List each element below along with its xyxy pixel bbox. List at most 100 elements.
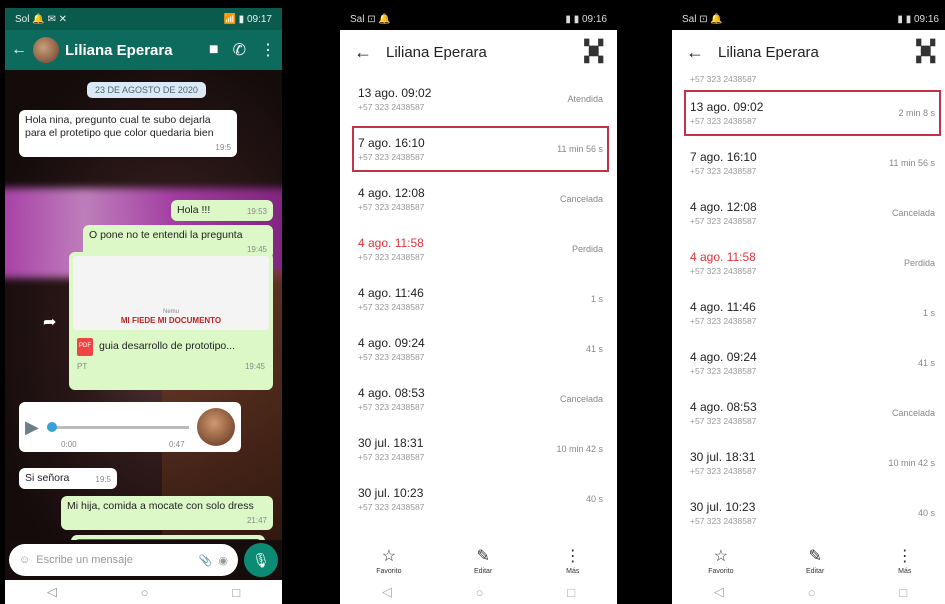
call-number: +57 323 2438587: [358, 402, 425, 412]
status-left: Sal ⊡ 🔔: [682, 13, 723, 25]
call-row[interactable]: 7 ago. 16:10 +57 323 2438587 11 min 56 s: [340, 124, 617, 174]
back-arrow-icon[interactable]: ←: [11, 41, 27, 59]
contact-name: Liliana Eperara: [718, 43, 819, 61]
call-info: 30 jul. 18:31 +57 323 2438587: [358, 436, 424, 462]
emoji-icon[interactable]: ☺: [19, 554, 30, 566]
more-button[interactable]: ⋮ Más: [565, 546, 581, 575]
message-text: Hola !!!: [177, 204, 211, 216]
qr-code-icon[interactable]: ▚▞ ▞▚: [917, 40, 935, 62]
call-row[interactable]: 13 ago. 09:02 +57 323 2438587 2 min 8 s: [672, 88, 945, 138]
call-row[interactable]: 4 ago. 09:24 +57 323 2438587 41 s: [672, 338, 945, 388]
attach-icon[interactable]: 📎: [199, 554, 213, 567]
call-datetime: 4 ago. 09:24: [358, 336, 425, 350]
message-incoming[interactable]: Hola nina, pregunto cual te subo dejarla…: [19, 110, 237, 158]
status-bar: Sol 🔔 ✉ ✕ 📶 ▮ 09:17: [5, 8, 282, 30]
nav-back-icon[interactable]: ◁: [382, 584, 392, 600]
call-datetime: 30 jul. 10:23: [690, 500, 756, 514]
message-incoming[interactable]: Si señora 19:5: [19, 468, 117, 490]
call-number: +57 323 2438587: [358, 502, 425, 512]
message-input[interactable]: ☺ Escribe un mensaje 📎 ◉: [9, 544, 238, 576]
call-row[interactable]: 30 jul. 10:23 +57 323 2438587 40 s: [340, 474, 617, 524]
call-datetime: 4 ago. 08:53: [358, 386, 425, 400]
call-duration: Perdida: [571, 244, 603, 254]
play-icon[interactable]: ▶: [25, 416, 39, 439]
call-row[interactable]: 4 ago. 08:53 +57 323 2438587 Cancelada: [340, 374, 617, 424]
chat-header: ← Liliana Eperara ■ ✆ ⋮: [5, 30, 282, 70]
call-row[interactable]: 4 ago. 11:46 +57 323 2438587 1 s: [340, 274, 617, 324]
call-row[interactable]: 7 ago. 16:10 +57 323 2438587 11 min 56 s: [672, 138, 945, 188]
video-call-icon[interactable]: ■: [209, 41, 219, 59]
call-info: 4 ago. 09:24 +57 323 2438587: [690, 350, 757, 376]
call-list: +57 323 2438587 13 ago. 09:02 +57 323 243…: [672, 74, 945, 544]
call-number: +57 323 2438587: [358, 302, 425, 312]
action-label: Más: [566, 567, 580, 575]
nav-back-icon[interactable]: ◁: [714, 584, 724, 600]
call-duration: Perdida: [903, 258, 935, 268]
call-duration: Cancelada: [891, 408, 935, 418]
more-button[interactable]: ⋮ Más: [897, 546, 913, 575]
phone-icon[interactable]: ✆: [233, 40, 246, 60]
call-datetime: 4 ago. 12:08: [358, 186, 425, 200]
camera-icon[interactable]: ◉: [218, 554, 228, 567]
voice-message[interactable]: ▶ 0:00 0:47: [19, 402, 241, 452]
call-row[interactable]: 30 jul. 18:31 +57 323 2438587 10 min 42 s: [672, 438, 945, 488]
call-datetime: 13 ago. 09:02: [690, 100, 764, 114]
call-info: 4 ago. 08:53 +57 323 2438587: [358, 386, 425, 412]
nav-back-icon[interactable]: ◁: [47, 584, 57, 600]
call-number: +57 323 2438587: [690, 266, 757, 276]
qr-code-icon[interactable]: ▚▞ ▞▚: [585, 40, 603, 62]
call-number: +57 323 2438587: [358, 152, 425, 162]
message-outgoing[interactable]: Hola !!! 19:53: [171, 200, 273, 222]
call-row[interactable]: 4 ago. 11:46 +57 323 2438587 1 s: [672, 288, 945, 338]
voice-progress[interactable]: [46, 421, 189, 432]
nav-home-icon[interactable]: ○: [141, 585, 149, 600]
image-message[interactable]: [71, 535, 265, 540]
voice-elapsed: 0:00: [61, 440, 77, 449]
more-icon[interactable]: ⋮: [260, 40, 276, 60]
call-row[interactable]: 4 ago. 11:58 +57 323 2438587 Perdida: [340, 224, 617, 274]
document-message[interactable]: Nemu MI FIEDE MI DOCUMENTO PDF guia desa…: [69, 252, 273, 390]
contact-name[interactable]: Liliana Eperara: [65, 42, 203, 59]
partial-row-number: +57 323 2438587: [690, 74, 757, 84]
image-thumbnail[interactable]: [75, 539, 261, 540]
back-arrow-icon[interactable]: ←: [354, 42, 372, 63]
nav-recent-icon[interactable]: □: [567, 585, 575, 600]
message-time: 19:53: [246, 207, 267, 216]
avatar[interactable]: [33, 37, 59, 63]
favorite-button[interactable]: ☆ Favorito: [708, 546, 733, 575]
call-actions: ☆ Favorito ✎ Editar ⋮ Más: [340, 540, 617, 580]
back-arrow-icon[interactable]: ←: [686, 42, 704, 63]
call-datetime: 4 ago. 12:08: [690, 200, 757, 214]
message-outgoing[interactable]: Mi hija, comida a mocate con solo dress …: [61, 496, 273, 531]
progress-handle[interactable]: [46, 421, 57, 432]
nav-recent-icon[interactable]: □: [232, 585, 240, 600]
call-datetime: 4 ago. 11:46: [690, 300, 756, 314]
call-datetime: 4 ago. 09:24: [690, 350, 757, 364]
edit-button[interactable]: ✎ Editar: [474, 546, 492, 575]
call-row[interactable]: 4 ago. 12:08 +57 323 2438587 Cancelada: [672, 188, 945, 238]
call-row[interactable]: 4 ago. 12:08 +57 323 2438587 Cancelada: [340, 174, 617, 224]
nav-home-icon[interactable]: ○: [476, 585, 484, 600]
status-left: Sal ⊡ 🔔: [350, 13, 391, 25]
call-info: 13 ago. 09:02 +57 323 2438587: [358, 86, 431, 112]
pencil-icon: ✎: [476, 547, 490, 565]
call-row[interactable]: 13 ago. 09:02 +57 323 2438587 Atendida: [340, 74, 617, 124]
nav-home-icon[interactable]: ○: [808, 585, 816, 600]
document-row: PDF guia desarrollo de prototipo...: [69, 334, 273, 360]
message-text: O pone no te entendi la pregunta: [89, 229, 243, 241]
action-label: Editar: [474, 567, 493, 575]
nav-recent-icon[interactable]: □: [899, 585, 907, 600]
status-left: Sol 🔔 ✉ ✕: [15, 13, 67, 25]
call-row[interactable]: 4 ago. 08:53 +57 323 2438587 Cancelada: [672, 388, 945, 438]
edit-button[interactable]: ✎ Editar: [806, 546, 824, 575]
call-row[interactable]: 4 ago. 11:58 +57 323 2438587 Perdida: [672, 238, 945, 288]
call-row[interactable]: 30 jul. 18:31 +57 323 2438587 10 min 42 s: [340, 424, 617, 474]
status-right: 📶 ▮ 09:17: [223, 13, 272, 25]
call-info: 30 jul. 10:23 +57 323 2438587: [690, 500, 756, 526]
forward-icon[interactable]: ➦: [43, 312, 65, 334]
favorite-button[interactable]: ☆ Favorito: [376, 546, 401, 575]
call-row[interactable]: 30 jul. 10:23 +57 323 2438587 40 s: [672, 488, 945, 538]
mic-button[interactable]: 🎙: [244, 543, 278, 577]
call-row[interactable]: 4 ago. 09:24 +57 323 2438587 41 s: [340, 324, 617, 374]
call-number: +57 323 2438587: [690, 516, 757, 526]
